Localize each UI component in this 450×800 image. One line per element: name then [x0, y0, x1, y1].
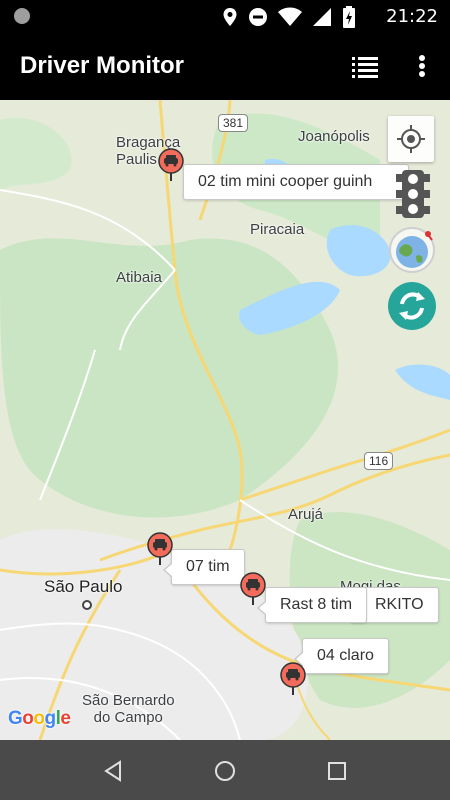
refresh-icon — [399, 292, 425, 320]
my-location-button[interactable] — [388, 116, 434, 162]
vehicle-info-bubble[interactable]: Rast 8 tim — [256, 587, 368, 623]
app-bar: Driver Monitor — [0, 32, 450, 100]
app-title: Driver Monitor — [20, 52, 185, 79]
road-shield-381: 381 — [218, 114, 249, 132]
traffic-light-icon[interactable] — [394, 168, 432, 220]
car-marker-icon[interactable] — [158, 148, 184, 182]
signal-icon — [313, 8, 331, 26]
place-label-atibaia: Atibaia — [116, 269, 162, 286]
location-icon — [223, 8, 237, 26]
status-time: 21:22 — [386, 6, 438, 27]
battery-charging-icon — [343, 6, 355, 28]
do-not-disturb-icon — [249, 8, 267, 26]
road-shield-116: 116 — [364, 452, 394, 470]
more-vert-icon[interactable] — [408, 50, 436, 82]
system-nav-bar — [0, 740, 450, 800]
place-label-sao-paulo: São Paulo — [44, 577, 123, 596]
vehicle-info-bubble[interactable]: 02 tim mini cooper guinh — [183, 164, 409, 200]
place-label-joanopolis: Joanópolis — [298, 128, 370, 145]
my-location-icon — [397, 125, 425, 153]
car-marker-icon[interactable] — [280, 662, 306, 696]
city-dot — [82, 600, 92, 610]
google-attribution: Google — [8, 708, 71, 729]
list-icon[interactable] — [348, 50, 382, 82]
back-icon[interactable] — [100, 758, 126, 784]
wifi-icon — [278, 7, 302, 26]
status-icons — [222, 6, 356, 28]
vehicle-info-bubble[interactable]: 04 claro — [294, 638, 389, 674]
place-label-sao-bernardo: São Bernardo do Campo — [82, 692, 175, 726]
map-view[interactable]: Bragança Paulis Joanópolis Piracaia Atiba… — [0, 100, 450, 740]
car-marker-icon[interactable] — [240, 572, 266, 606]
status-bar: 21:22 — [0, 0, 450, 32]
notification-icon — [14, 8, 30, 24]
vehicle-info-bubble[interactable]: 07 tim — [163, 549, 245, 585]
home-icon[interactable] — [212, 758, 238, 784]
place-label-piracaia: Piracaia — [250, 221, 305, 238]
refresh-button[interactable] — [388, 282, 436, 330]
place-label-aruja: Arujá — [288, 506, 324, 523]
car-marker-icon[interactable] — [147, 532, 173, 566]
globe-map-type-icon[interactable] — [388, 226, 436, 274]
recents-icon[interactable] — [324, 758, 350, 784]
